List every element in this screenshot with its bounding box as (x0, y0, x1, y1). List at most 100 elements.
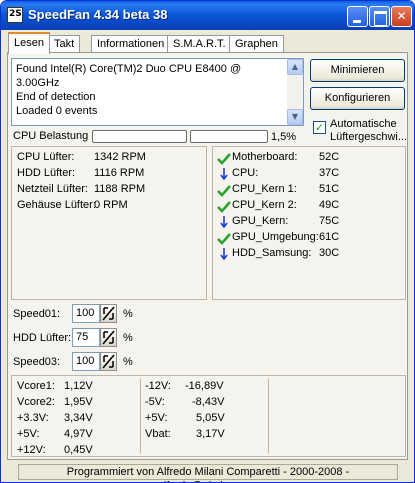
tab-informationen[interactable]: Informationen (91, 35, 171, 53)
fan-panel: CPU Lüfter: 1342 RPM HDD Lüfter: 1116 RP… (11, 146, 207, 300)
speed-unit: % (123, 356, 133, 368)
tab-takt[interactable]: Takt (48, 35, 81, 53)
temp-label: CPU_Kern 2: (232, 199, 297, 211)
temp-value: 30C (319, 247, 340, 259)
fan-value: 1188 RPM (94, 183, 146, 195)
fan-label: Gehäuse Lüfter: (17, 199, 96, 211)
voltage-value: 1,12V (64, 380, 93, 392)
voltage-value: -16,89V (185, 380, 224, 392)
voltage-value: 5,05V (196, 412, 225, 424)
title-bar[interactable]: 2S SpeedFan 4.34 beta 38 ✕ (1, 1, 414, 30)
voltage-value: 1,95V (64, 396, 93, 408)
temp-label: GPU_Umgebung: (232, 231, 319, 243)
tab-page-lesen: Found Intel(R) Core(TM)2 Duo CPU E8400 @… (7, 52, 408, 460)
hdd-fan-spin-button[interactable] (100, 328, 117, 347)
status-bar: Programmiert von Alfredo Milani Comparet… (18, 464, 398, 482)
cpu-load-bar-2 (190, 130, 268, 143)
log-line: Found Intel(R) Core(TM)2 Duo CPU E8400 @… (16, 63, 242, 89)
minimize-button[interactable]: Minimieren (310, 59, 405, 82)
voltage-label: +5V: (145, 412, 168, 424)
voltage-label: Vcore1: (17, 380, 55, 392)
temp-label: CPU: (232, 167, 259, 179)
temp-label: GPU_Kern: (232, 215, 289, 227)
voltage-divider (268, 378, 269, 454)
fan-value: 1116 RPM (94, 167, 145, 179)
auto-fan-label-line2: Lüftergeschwi... (330, 131, 408, 143)
voltage-label: +5V: (17, 428, 40, 440)
voltage-label: Vcore2: (17, 396, 55, 408)
speed-label: Speed01: (13, 308, 61, 320)
scroll-up-icon[interactable]: ▲ (287, 59, 303, 75)
fan-value: 0 RPM (94, 199, 128, 211)
check-icon (217, 233, 231, 245)
event-log-lines: Found Intel(R) Core(TM)2 Duo CPU E8400 @… (16, 62, 286, 118)
spin-arrows-icon (102, 354, 115, 369)
temp-value: 51C (319, 183, 340, 195)
temp-label: CPU_Kern 1: (232, 183, 297, 195)
arrow-down-icon (220, 168, 228, 180)
temp-value: 52C (319, 151, 340, 163)
log-scrollbar[interactable]: ▲ ▼ (287, 59, 303, 125)
speed-label: Speed03: (13, 356, 61, 368)
voltage-value: 3,34V (64, 412, 93, 424)
temp-value: 75C (319, 215, 340, 227)
spin-arrows-icon (102, 306, 115, 321)
tab-lesen[interactable]: Lesen (8, 32, 50, 54)
arrow-down-icon (220, 216, 228, 228)
voltage-label: -5V: (145, 396, 165, 408)
temp-value: 61C (319, 231, 340, 243)
speedfan-window: 2S SpeedFan 4.34 beta 38 ✕ Lesen Takt In… (0, 0, 415, 483)
app-icon-text: 2S (9, 9, 22, 19)
app-icon[interactable]: 2S (7, 7, 23, 23)
hdd-fan-speed-input[interactable]: 75 (72, 328, 100, 347)
auto-fan-label[interactable]: Automatische Lüftergeschwi... (330, 118, 407, 144)
check-icon (217, 153, 231, 165)
speed-unit: % (123, 332, 133, 344)
log-line: Loaded 0 events (16, 105, 98, 117)
temp-value: 49C (319, 199, 340, 211)
cpu-load-bar-1 (92, 130, 187, 143)
speed01-input[interactable]: 100 (72, 304, 100, 323)
speed01-spin-button[interactable] (100, 304, 117, 323)
cpu-load-label: CPU Belastung (13, 130, 89, 142)
tab-smart[interactable]: S.M.A.R.T. (167, 35, 232, 53)
fan-value: 1342 RPM (94, 151, 146, 163)
arrow-down-icon (220, 248, 228, 260)
temperature-panel: Motherboard: 52C CPU: 37C CPU_Kern 1: 51… (212, 146, 406, 300)
speed03-spin-button[interactable] (100, 352, 117, 371)
speed-label: HDD Lüfter: (13, 332, 72, 344)
check-icon (217, 185, 231, 197)
auto-fan-checkbox[interactable]: ✓ (313, 121, 326, 134)
voltage-value: 3,17V (196, 428, 225, 440)
voltage-panel: Vcore1: 1,12V Vcore2: 1,95V +3.3V: 3,34V… (11, 375, 406, 457)
configure-button[interactable]: Konfigurieren (310, 87, 405, 110)
cpu-load-value: 1,5% (271, 131, 297, 143)
speed-unit: % (123, 308, 133, 320)
minimize-window-button[interactable] (347, 6, 368, 27)
maximize-window-button[interactable] (369, 6, 390, 27)
voltage-value: 4,97V (64, 428, 93, 440)
voltage-label: Vbat: (145, 428, 171, 440)
fan-label: Netzteil Lüfter: (17, 183, 88, 195)
voltage-label: -12V: (145, 380, 171, 392)
temp-label: HDD_Samsung: (232, 247, 312, 259)
voltage-divider (140, 378, 141, 454)
close-window-button[interactable]: ✕ (391, 6, 412, 27)
fan-label: HDD Lüfter: (17, 167, 76, 179)
spin-arrows-icon (102, 330, 115, 345)
scroll-down-icon[interactable]: ▼ (287, 109, 303, 125)
voltage-label: +12V: (17, 444, 46, 456)
voltage-value: 0,45V (64, 444, 93, 456)
window-title: SpeedFan 4.34 beta 38 (28, 7, 168, 22)
event-log[interactable]: Found Intel(R) Core(TM)2 Duo CPU E8400 @… (11, 58, 304, 126)
fan-label: CPU Lüfter: (17, 151, 75, 163)
temp-value: 37C (319, 167, 340, 179)
speed03-input[interactable]: 100 (72, 352, 100, 371)
voltage-label: +3.3V: (17, 412, 49, 424)
voltage-value: -8,43V (192, 396, 225, 408)
tab-graphen[interactable]: Graphen (229, 35, 284, 53)
auto-fan-label-line1: Automatische (330, 118, 397, 130)
check-icon (217, 201, 231, 213)
temp-label: Motherboard: (232, 151, 298, 163)
log-line: End of detection (16, 91, 96, 103)
